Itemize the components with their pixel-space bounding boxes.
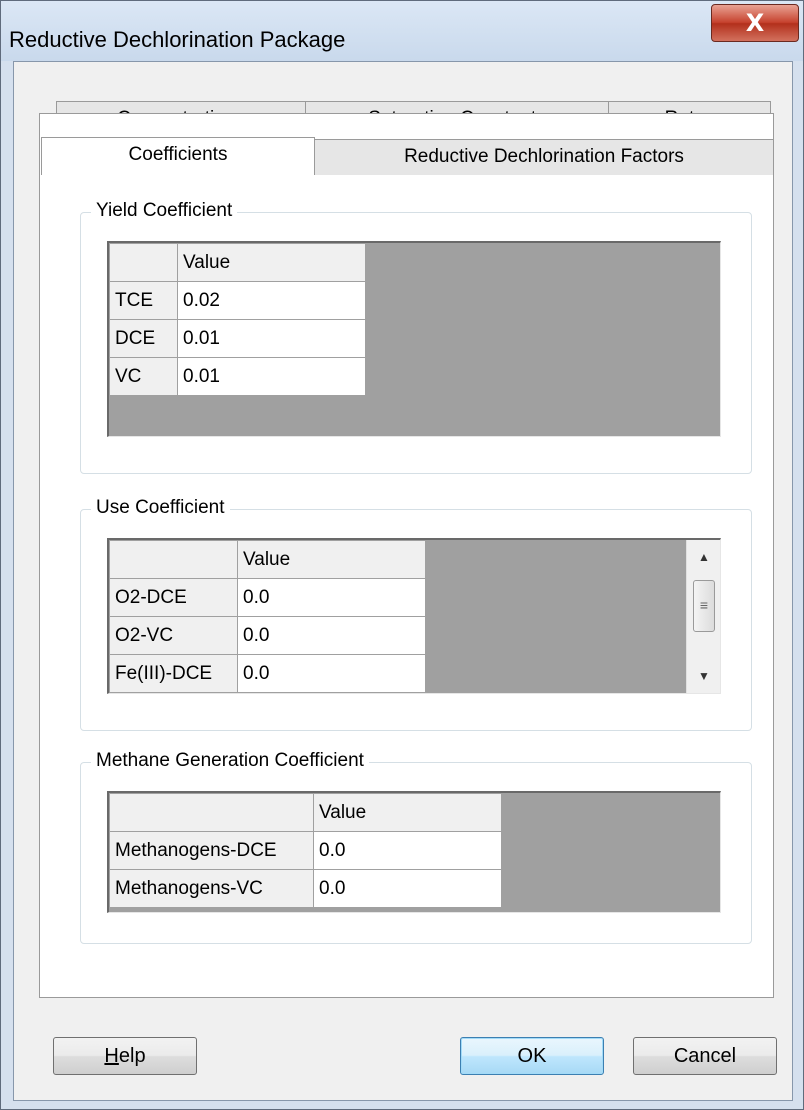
ok-button[interactable]: OK [460, 1037, 604, 1075]
group-label: Use Coefficient [91, 496, 230, 520]
tab-coefficients[interactable]: Coefficients [41, 137, 315, 175]
table-row: Fe(III)-DCE 0.0 [109, 654, 426, 693]
value-cell[interactable]: 0.0 [313, 831, 502, 870]
row-header[interactable]: Methanogens-DCE [109, 831, 314, 870]
grid-header-row: Value [109, 540, 426, 579]
use-coefficient-group: Use Coefficient Value O2-DCE 0.0 O2-VC 0… [80, 496, 752, 731]
help-button-label: elp [118, 1045, 146, 1067]
grid-table: Value TCE 0.02 DCE 0.01 VC 0.01 [109, 243, 366, 396]
scroll-thumb[interactable]: ≡ [693, 580, 715, 632]
row-header[interactable]: VC [109, 357, 178, 396]
methane-generation-coefficient-group: Methane Generation Coefficient Value Met… [80, 749, 752, 944]
table-row: Methanogens-DCE 0.0 [109, 831, 502, 870]
scroll-grip-icon: ≡ [699, 597, 709, 613]
grid-table: Value Methanogens-DCE 0.0 Methanogens-VC… [109, 793, 502, 908]
value-cell[interactable]: 0.01 [177, 319, 366, 358]
group-label: Yield Coefficient [91, 199, 238, 223]
title-bar[interactable]: Reductive Dechlorination Package X [1, 1, 803, 61]
value-cell[interactable]: 0.0 [237, 654, 426, 693]
group-label: Methane Generation Coefficient [91, 749, 369, 773]
dialog-window: Reductive Dechlorination Package X Conce… [0, 0, 804, 1110]
row-header[interactable]: O2-DCE [109, 578, 238, 617]
column-header-value[interactable]: Value [313, 793, 502, 832]
table-row: TCE 0.02 [109, 281, 366, 320]
scroll-down-arrow-icon[interactable]: ▼ [687, 661, 721, 691]
cancel-button[interactable]: Cancel [633, 1037, 777, 1075]
grid-table: Value O2-DCE 0.0 O2-VC 0.0 Fe(III)-DCE 0… [109, 540, 426, 693]
table-row: DCE 0.01 [109, 319, 366, 358]
grid-header-row: Value [109, 793, 502, 832]
table-row: O2-VC 0.0 [109, 616, 426, 655]
table-row: Methanogens-VC 0.0 [109, 869, 502, 908]
vertical-scrollbar[interactable]: ▲ ≡ ▼ [686, 540, 720, 693]
column-header-value[interactable]: Value [177, 243, 366, 282]
methane-generation-grid[interactable]: Value Methanogens-DCE 0.0 Methanogens-VC… [107, 791, 721, 913]
value-cell[interactable]: 0.01 [177, 357, 366, 396]
close-button[interactable]: X [711, 4, 799, 42]
row-header[interactable]: O2-VC [109, 616, 238, 655]
tab-label: Coefficients [128, 144, 228, 165]
row-header[interactable]: TCE [109, 281, 178, 320]
help-button[interactable]: Help [53, 1037, 197, 1075]
tab-panel-coefficients: Yield Coefficient Value TCE 0.02 DCE 0.0… [39, 113, 774, 998]
use-coefficient-grid[interactable]: Value O2-DCE 0.0 O2-VC 0.0 Fe(III)-DCE 0… [107, 538, 721, 694]
corner-header-cell [109, 540, 238, 579]
cancel-button-label: Cancel [673, 1045, 737, 1067]
value-cell[interactable]: 0.0 [313, 869, 502, 908]
value-cell[interactable]: 0.0 [237, 578, 426, 617]
yield-coefficient-group: Yield Coefficient Value TCE 0.02 DCE 0.0… [80, 199, 752, 474]
yield-coefficient-grid[interactable]: Value TCE 0.02 DCE 0.01 VC 0.01 [107, 241, 721, 437]
column-header-value[interactable]: Value [237, 540, 426, 579]
tab-label: Reductive Dechlorination Factors [404, 146, 684, 167]
grid-header-row: Value [109, 243, 366, 282]
table-row: O2-DCE 0.0 [109, 578, 426, 617]
value-cell[interactable]: 0.0 [237, 616, 426, 655]
row-header[interactable]: Methanogens-VC [109, 869, 314, 908]
scroll-up-arrow-icon[interactable]: ▲ [687, 542, 721, 572]
value-cell[interactable]: 0.02 [177, 281, 366, 320]
ok-button-label: OK [517, 1045, 547, 1067]
row-header[interactable]: Fe(III)-DCE [109, 654, 238, 693]
close-icon: X [745, 9, 765, 37]
row-header[interactable]: DCE [109, 319, 178, 358]
tab-reductive-dechlorination-factors[interactable]: Reductive Dechlorination Factors [314, 139, 774, 175]
help-button-mnemonic: H [104, 1045, 119, 1067]
corner-header-cell [109, 793, 314, 832]
window-title: Reductive Dechlorination Package [9, 27, 346, 52]
corner-header-cell [109, 243, 178, 282]
table-row: VC 0.01 [109, 357, 366, 396]
